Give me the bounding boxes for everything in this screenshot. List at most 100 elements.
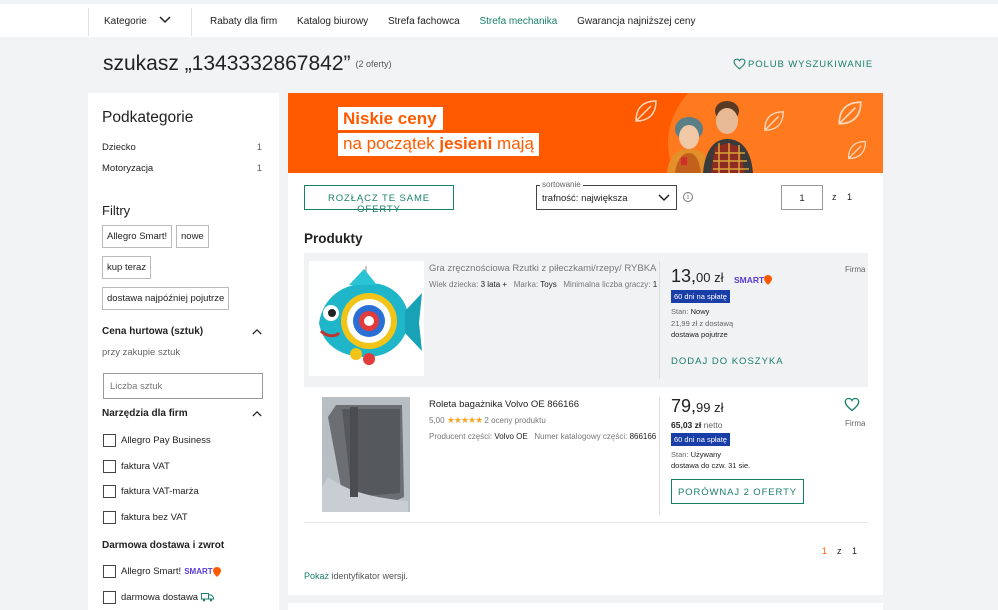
trunk-cover-image	[322, 397, 410, 512]
filter-allegro-pay-business[interactable]: Allegro Pay Business	[103, 434, 211, 447]
param-label: Minimalna liczba graczy:	[563, 280, 651, 289]
price-section-header[interactable]: Cena hurtowa (sztuk)	[102, 326, 262, 337]
filter-faktura-vat-marza[interactable]: faktura VAT-marża	[103, 485, 199, 498]
net-price: 65,03 zł netto	[671, 420, 723, 430]
promo-banner[interactable]: Niskie ceny na początek jesieni mają	[288, 93, 883, 173]
checkbox[interactable]	[103, 460, 116, 473]
product-price: 13,00 zł	[671, 266, 724, 287]
version-note: Pokaż identyfikator wersji.	[304, 571, 408, 581]
filter-faktura-bez-vat[interactable]: faktura bez VAT	[103, 511, 188, 524]
checkbox[interactable]	[103, 511, 116, 524]
subcategory-dziecko[interactable]: Dziecko 1	[102, 142, 262, 153]
param-value: 866166	[629, 432, 657, 441]
checkbox-label: faktura bez VAT	[121, 512, 188, 523]
nav-link-rabaty[interactable]: Rabaty dla firm	[210, 16, 277, 27]
checkbox-label: darmowa dostawa	[121, 592, 199, 603]
installments-badge: 60 dni na spłatę	[671, 290, 730, 303]
categories-label: Kategorie	[104, 16, 147, 27]
param-label: Producent części:	[429, 432, 493, 441]
add-to-cart-button[interactable]: DODAJ DO KOSZYKA	[671, 356, 784, 367]
product-title[interactable]: Roleta bagażnika Volvo OE 866166	[429, 399, 579, 410]
net-label: netto	[703, 420, 723, 430]
delivery-time: dostawa do czw. 31 sie.	[671, 461, 751, 470]
chevron-up-icon	[252, 328, 262, 335]
banner-line-2: na początek jesieni mają	[338, 133, 539, 156]
price-section-sub: przy zakupie sztuk	[102, 347, 181, 358]
condition: Stan: Używany	[671, 450, 721, 459]
price-section-title: Cena hurtowa (sztuk)	[102, 326, 204, 337]
param-value: Toys	[540, 280, 557, 289]
banner-line-1: Niskie ceny	[338, 107, 443, 130]
product-row[interactable]: Gra zręcznościowa Rzutki z piłeczkami/rz…	[304, 253, 868, 387]
pagination-current[interactable]: 1	[822, 546, 827, 556]
search-title: szukasz „1343332867842” (2 oferty)	[103, 52, 392, 76]
heart-icon[interactable]	[844, 397, 860, 412]
checkbox[interactable]	[103, 591, 116, 604]
checkbox-label: Allegro Smart!	[121, 566, 182, 577]
checkbox[interactable]	[103, 485, 116, 498]
checkbox[interactable]	[103, 434, 116, 447]
product-price: 79,99 zł	[671, 396, 724, 417]
filter-faktura-vat[interactable]: faktura VAT	[103, 460, 170, 473]
banner-line-2-pre: na początek	[343, 134, 440, 153]
product-params: Wiek dziecka: 3 lata + Marka: Toys Minim…	[429, 279, 659, 290]
price-main: 79,	[671, 396, 697, 416]
delivery-time: dostawa pojutrze	[671, 330, 728, 339]
nav-link-gwarancja[interactable]: Gwarancja najniższej ceny	[577, 16, 695, 27]
subcategory-label: Motoryzacja	[102, 163, 154, 174]
product-image[interactable]	[309, 261, 424, 376]
chevron-down-icon	[159, 16, 171, 24]
smart-label: SMART	[734, 275, 765, 285]
product-image[interactable]	[322, 397, 410, 512]
param-label: Numer katalogowy części:	[534, 432, 628, 441]
checkbox-label: Allegro Pay Business	[121, 435, 211, 446]
chip-nowe[interactable]: nowe	[176, 225, 209, 248]
subcategory-label: Dziecko	[102, 142, 136, 153]
quantity-input[interactable]: Liczba sztuk	[103, 373, 263, 399]
leaf-icon	[847, 140, 867, 160]
delivery-section-title: Darmowa dostawa i zwrot	[102, 540, 225, 551]
delivery-section-header: Darmowa dostawa i zwrot	[102, 540, 262, 551]
subcategory-motoryzacja[interactable]: Motoryzacja 1	[102, 163, 262, 174]
page-number-input[interactable]: 1	[781, 185, 823, 210]
product-row[interactable]: Roleta bagażnika Volvo OE 866166 5,00 ★★…	[304, 389, 868, 523]
fish-dartboard-image	[319, 266, 422, 365]
banner-line-2-post: mają	[492, 134, 534, 153]
product-title[interactable]: Gra zręcznościowa Rzutki z piłeczkami/rz…	[429, 263, 656, 274]
compare-offers-button[interactable]: PORÓWNAJ 2 OFERTY	[671, 479, 804, 504]
heart-icon	[733, 58, 746, 70]
chip-dostawa-pojutrze[interactable]: dostawa najpóźniej pojutrze	[102, 287, 230, 310]
rating-value: 5,00	[429, 416, 445, 425]
nav-link-strefa-mechanika[interactable]: Strefa mechanika	[479, 16, 557, 27]
reviews-count[interactable]: 2 oceny produktu	[484, 416, 545, 425]
divider	[659, 261, 660, 379]
merge-offers-button[interactable]: ROZŁĄCZ TE SAME OFERTY	[304, 185, 454, 215]
checkbox-label: faktura VAT	[121, 461, 170, 472]
offer-count: (2 oferty)	[355, 59, 392, 69]
leaf-icon	[838, 101, 862, 125]
chip-allegro-smart[interactable]: Allegro Smart!	[102, 225, 173, 248]
chevron-down-icon	[658, 194, 670, 202]
subcategory-count: 1	[256, 163, 262, 174]
price-cents: 99 zł	[696, 400, 724, 415]
param-value: Volvo OE	[494, 432, 528, 441]
product-params: Producent części: Volvo OE Numer katalog…	[429, 431, 659, 442]
info-icon[interactable]: i	[683, 192, 693, 202]
pagination-total[interactable]: 1	[852, 546, 857, 556]
nav-link-katalog[interactable]: Katalog biurowy	[297, 16, 368, 27]
tools-section-header[interactable]: Narzędzia dla firm	[102, 408, 262, 419]
categories-dropdown[interactable]: Kategorie	[88, 8, 192, 36]
nav-link-strefa-fachowca[interactable]: Strefa fachowca	[388, 16, 460, 27]
chip-kup-teraz[interactable]: kup teraz	[102, 256, 152, 279]
filter-darmowa-dostawa[interactable]: darmowa dostawa	[103, 591, 215, 604]
param-value: 1	[652, 280, 658, 289]
like-search-button[interactable]: POLUB WYSZUKIWANIE	[733, 58, 873, 70]
filters-sidebar: Podkategorie Dziecko 1 Motoryzacja 1 Fil…	[88, 93, 279, 610]
filter-delivery-smart[interactable]: Allegro Smart! SMART	[103, 565, 221, 578]
checkbox[interactable]	[103, 565, 116, 578]
param-value: 3 lata +	[480, 280, 508, 289]
smart-pin-icon	[764, 275, 773, 285]
show-version-link[interactable]: Pokaż	[304, 571, 329, 581]
smart-badge: SMART	[734, 275, 773, 285]
net-price-value: 65,03 zł	[671, 420, 702, 430]
